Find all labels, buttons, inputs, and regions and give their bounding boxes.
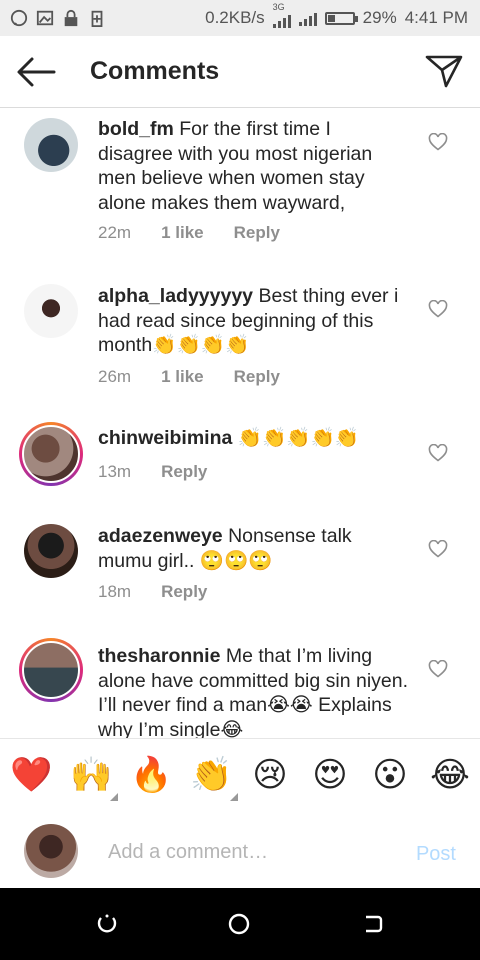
comment-likes[interactable]: 1 like — [161, 367, 204, 387]
my-avatar — [24, 824, 78, 878]
emoji-tears-of-joy[interactable]: 😂 — [430, 755, 470, 795]
comment-meta: 13m Reply — [98, 462, 237, 482]
reply-button[interactable]: Reply — [234, 367, 280, 387]
comment-meta: 18m Reply — [98, 582, 237, 602]
reply-button[interactable]: Reply — [234, 223, 280, 243]
clock: 4:41 PM — [404, 8, 468, 27]
avatar[interactable] — [24, 524, 78, 578]
system-nav-bar — [0, 888, 480, 960]
emoji-quick-bar: ❤️ 🙌 🔥 👏 😢 😍 😮 😂 — [0, 738, 480, 812]
emoji-fire[interactable]: 🔥 — [130, 755, 172, 795]
like-heart-icon[interactable] — [428, 300, 448, 318]
comment-input[interactable]: Add a comment… — [108, 841, 268, 864]
comment-input-bar: Add a comment… Post — [0, 811, 480, 888]
comment-time: 22m — [98, 223, 132, 242]
emoji-heart[interactable]: ❤️ — [10, 755, 52, 795]
comment-username[interactable]: bold_fm — [98, 118, 174, 140]
avatar[interactable] — [24, 118, 78, 172]
emoji-crying[interactable]: 😢 — [250, 755, 290, 795]
direct-send-icon[interactable] — [424, 53, 464, 89]
emoji-clapping-glyph: 👏 — [190, 755, 233, 795]
comment-body: adaezenweye Nonsense talk mumu girl.. 🙄🙄… — [98, 524, 408, 573]
app-header: Comments — [0, 36, 480, 108]
comment-meta: 26m 1 like Reply — [98, 367, 310, 387]
comment-body: alpha_ladyyyyyy Best thing ever i had re… — [98, 284, 408, 358]
home-icon[interactable] — [228, 913, 250, 935]
comment-text: 👏👏👏👏👏 — [237, 427, 360, 449]
avatar[interactable] — [24, 284, 78, 338]
comment-time: 18m — [98, 582, 132, 601]
emoji-raised-hands[interactable]: 🙌 — [70, 755, 118, 801]
battery-icon — [324, 11, 358, 25]
network-speed: 0.2KB/s — [205, 8, 265, 27]
status-bar: 0.2KB/s 3G 29% 4:41 PM — [0, 0, 480, 36]
reply-button[interactable]: Reply — [161, 582, 207, 602]
story-avatar[interactable] — [19, 422, 83, 486]
comment-username[interactable]: chinweibimina — [98, 427, 232, 449]
comment-body: thesharonnie Me that I’m living alone ha… — [98, 644, 408, 738]
like-heart-icon[interactable] — [428, 660, 448, 678]
comment-body: bold_fm For the first time I disagree wi… — [98, 117, 408, 215]
signal-2-icon — [298, 10, 317, 26]
post-button[interactable]: Post — [416, 843, 456, 866]
battery-saver-icon — [91, 10, 103, 27]
lock-icon — [64, 9, 78, 27]
skin-tone-indicator-icon — [110, 793, 118, 801]
reply-button[interactable]: Reply — [161, 462, 207, 482]
like-heart-icon[interactable] — [428, 444, 448, 462]
comment-username[interactable]: adaezenweye — [98, 525, 223, 547]
like-heart-icon[interactable] — [428, 540, 448, 558]
comment-body: chinweibimina 👏👏👏👏👏 — [98, 426, 408, 451]
like-heart-icon[interactable] — [428, 133, 448, 151]
battery-percent: 29% — [362, 8, 397, 27]
signal-icon — [272, 12, 291, 28]
story-avatar[interactable] — [19, 638, 83, 702]
whatsapp-icon — [10, 9, 28, 27]
comment-username[interactable]: alpha_ladyyyyyy — [98, 285, 253, 307]
emoji-raised-hands-glyph: 🙌 — [70, 755, 113, 795]
comment-likes[interactable]: 1 like — [161, 223, 204, 243]
emoji-clapping[interactable]: 👏 — [190, 755, 238, 801]
emoji-surprised[interactable]: 😮 — [370, 755, 410, 795]
recent-apps-icon[interactable] — [96, 913, 118, 935]
comment-username[interactable]: thesharonnie — [98, 645, 220, 667]
back-arrow-icon[interactable] — [14, 54, 58, 90]
emoji-heart-eyes[interactable]: 😍 — [310, 755, 350, 795]
skin-tone-indicator-icon — [230, 793, 238, 801]
page-title: Comments — [90, 57, 220, 85]
comment-meta: 22m 1 like Reply — [98, 223, 310, 243]
back-nav-icon[interactable] — [362, 913, 384, 935]
comment-time: 26m — [98, 367, 132, 386]
comment-time: 13m — [98, 462, 132, 481]
gallery-icon — [36, 10, 54, 26]
comments-list[interactable]: bold_fm For the first time I disagree wi… — [0, 108, 480, 738]
network-type: 3G — [272, 2, 285, 12]
